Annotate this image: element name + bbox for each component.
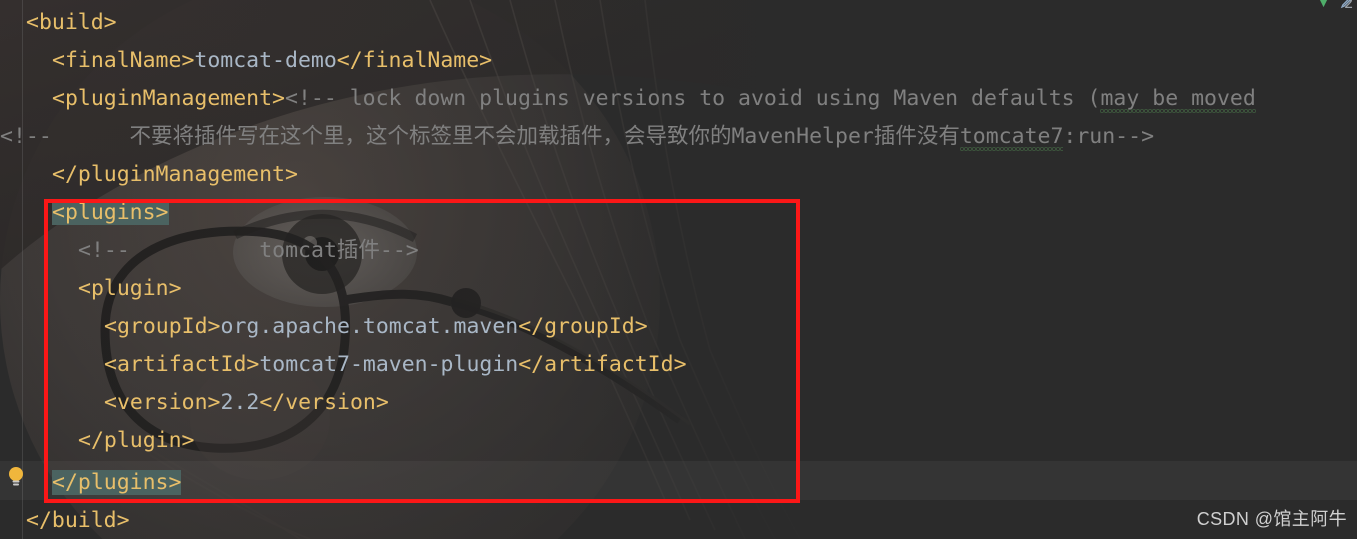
- code-token: <finalName>: [52, 48, 195, 73]
- code-token: <!-- 不要将插件写在这个里，这个标签里不会加载插件，会导致你的MavenHe…: [0, 124, 960, 149]
- code-token: <groupId>: [104, 314, 221, 339]
- code-token: </build>: [26, 508, 130, 533]
- code-token: <plugins>: [52, 200, 169, 225]
- code-line: <version>2.2</version>: [0, 384, 389, 422]
- csdn-watermark: CSDN @馆主阿牛: [1196, 509, 1347, 529]
- code-token: </pluginManagement>: [52, 162, 298, 187]
- code-line: <!-- 不要将插件写在这个里，这个标签里不会加载插件，会导致你的MavenHe…: [0, 118, 1154, 156]
- code-line: </plugins>: [0, 464, 182, 502]
- code-line: <finalName>tomcat-demo</finalName>: [0, 42, 492, 80]
- code-line: <artifactId>tomcat7-maven-plugin</artifa…: [0, 346, 687, 384]
- code-token: org.apache.tomcat.maven: [220, 314, 519, 339]
- code-token: may be moved: [1100, 86, 1256, 115]
- warning-count-label: 2: [1344, 0, 1354, 12]
- code-token: </finalName>: [336, 48, 493, 73]
- code-token: <pluginManagement>: [52, 86, 285, 111]
- code-token: tomcat7-maven-plugin: [259, 352, 519, 377]
- code-token: :run-->: [1063, 124, 1155, 149]
- code-token: tomcat-demo: [194, 48, 337, 73]
- code-token: </plugins>: [52, 470, 182, 495]
- code-line: <!-- tomcat插件-->: [0, 232, 419, 270]
- code-line: </build>: [0, 502, 130, 539]
- code-line: </pluginManagement>: [0, 156, 298, 194]
- code-token: </artifactId>: [518, 352, 687, 377]
- code-line: <plugin>: [0, 270, 182, 308]
- code-content[interactable]: <build> <finalName>tomcat-demo</finalName…: [0, 0, 1357, 539]
- code-token: <artifactId>: [104, 352, 260, 377]
- code-token: tomcate7: [959, 124, 1064, 153]
- code-token: <build>: [26, 10, 117, 35]
- code-editor-pane[interactable]: <build> <finalName>tomcat-demo</finalName…: [0, 0, 1357, 539]
- code-line: <build>: [0, 4, 117, 42]
- code-line: <pluginManagement><!-- lock down plugins…: [0, 80, 1256, 118]
- code-token: <!-- tomcat插件-->: [78, 238, 419, 263]
- code-line: </plugin>: [0, 422, 195, 460]
- code-line: <plugins>: [0, 194, 169, 232]
- code-token: </plugin>: [78, 428, 195, 453]
- code-token: </groupId>: [518, 314, 648, 339]
- code-token: <!-- lock down plugins versions to avoid…: [285, 86, 1101, 111]
- code-token: <plugin>: [78, 276, 182, 301]
- code-token: </version>: [259, 390, 389, 415]
- code-token: 2.2: [220, 390, 260, 415]
- code-line: <groupId>org.apache.tomcat.maven</groupI…: [0, 308, 648, 346]
- code-token: <version>: [104, 390, 221, 415]
- warning-marker-icon[interactable]: ▼: [1317, 0, 1330, 9]
